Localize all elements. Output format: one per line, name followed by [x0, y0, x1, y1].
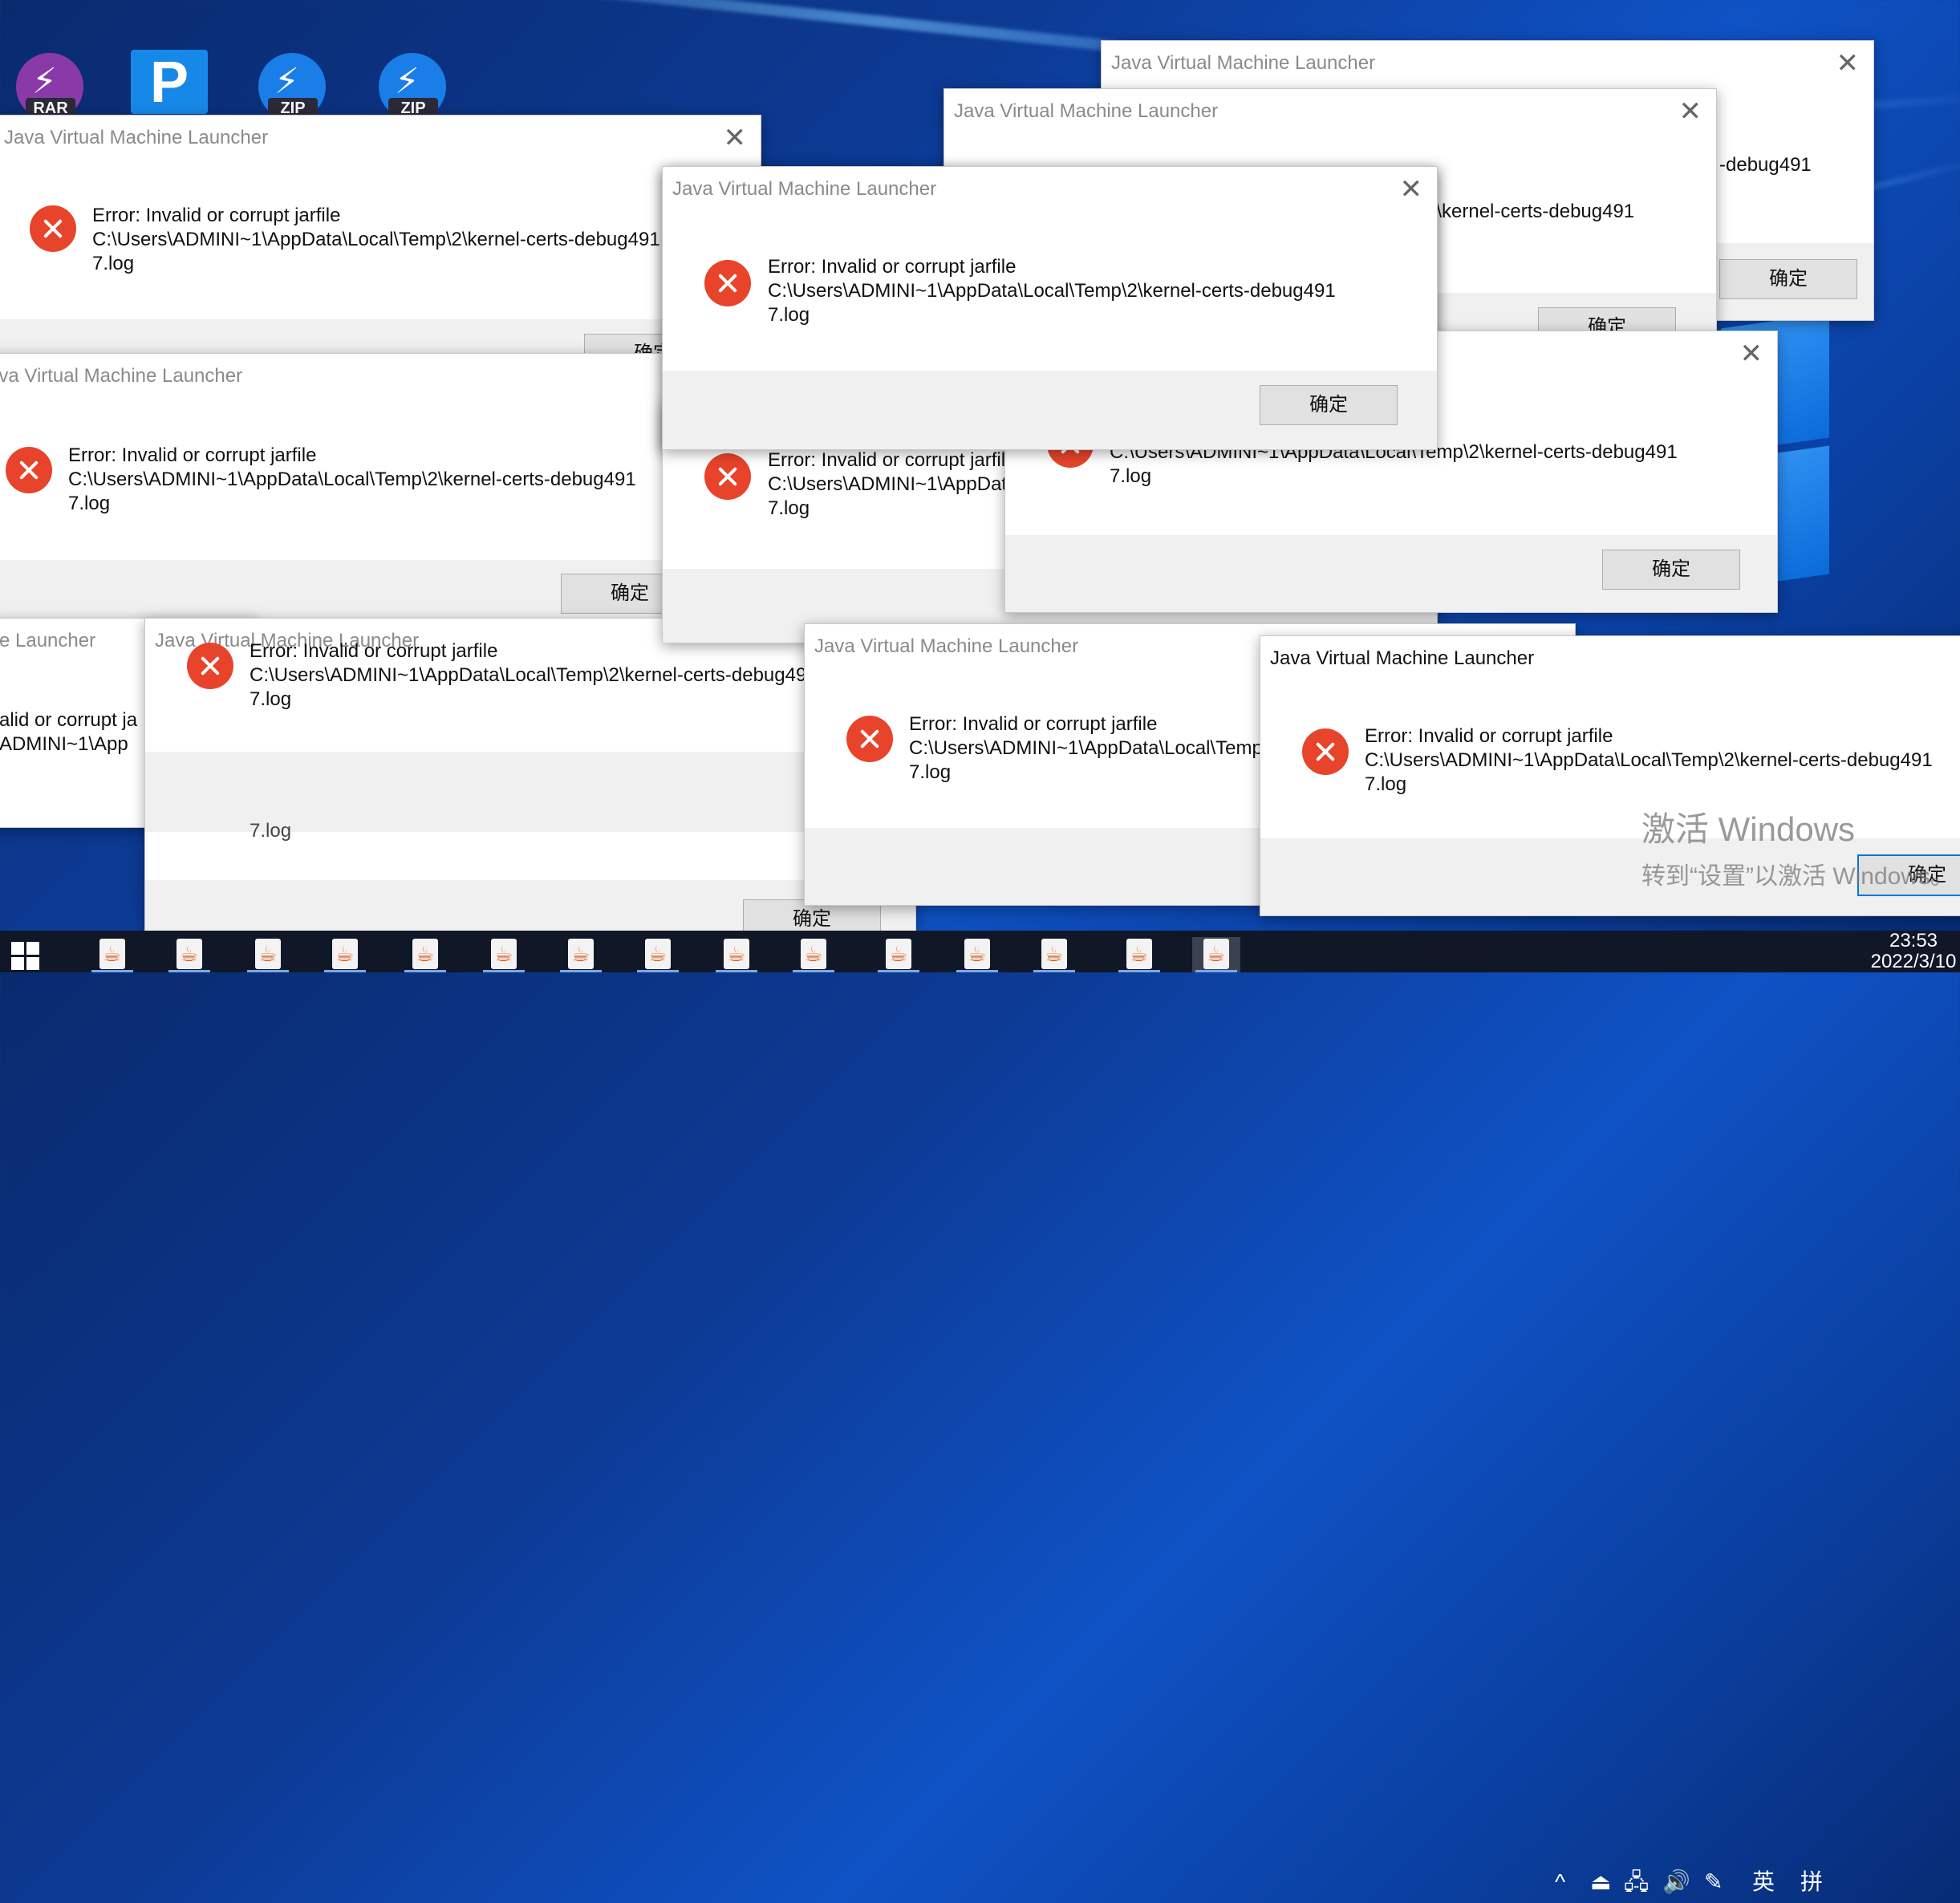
- pen-icon[interactable]: ✎: [1704, 1861, 1723, 1903]
- error-icon: [846, 716, 893, 762]
- error-message: Error: Invalid or corrupt jarfile C:\Use…: [92, 205, 660, 274]
- activate-windows-watermark: 激活 Windows 转到“设置”以激活 Windows。: [1641, 810, 1955, 890]
- java-icon: ☕: [1041, 939, 1067, 969]
- ok-button[interactable]: 确定: [1602, 550, 1740, 590]
- taskbar-app-java[interactable]: ☕: [634, 937, 682, 972]
- network-icon[interactable]: 🖧: [1624, 1861, 1649, 1903]
- taskbar-app-java[interactable]: ☕: [165, 937, 213, 972]
- taskbar-app-java[interactable]: ☕: [1192, 937, 1240, 972]
- taskbar-app-java[interactable]: ☕: [789, 937, 838, 972]
- java-icon: ☕: [255, 939, 281, 969]
- taskbar-app-java[interactable]: ☕: [321, 937, 369, 972]
- usb-icon[interactable]: ⏏: [1590, 1861, 1611, 1903]
- java-icon: ☕: [801, 939, 826, 969]
- taskbar-app-java[interactable]: ☕: [88, 937, 136, 972]
- taskbar-app-java[interactable]: ☕: [557, 937, 605, 972]
- java-icon: ☕: [568, 939, 594, 969]
- error-icon: [6, 447, 52, 493]
- error-message: Error: Invalid or corrupt jarfile C:\Use…: [250, 640, 818, 710]
- java-icon: ☕: [491, 939, 517, 969]
- error-message: 2\kernel-certs-debug491: [1426, 201, 1635, 222]
- error-dialog[interactable]: Java Virtual Machine Launcher ✕ Error: I…: [662, 166, 1438, 450]
- close-icon[interactable]: ✕: [1740, 338, 1763, 370]
- volume-icon[interactable]: 🔊: [1662, 1861, 1690, 1903]
- error-message: -debug491: [1719, 154, 1812, 176]
- dialog-title: Java Virtual Machine Launcher: [0, 365, 243, 387]
- dialog-title: Java Virtual Machine Launcher: [954, 100, 1219, 122]
- ok-button[interactable]: 确定: [1260, 385, 1398, 425]
- taskbar-app-java[interactable]: ☕: [712, 937, 761, 972]
- ime-language-indicator[interactable]: 英: [1752, 1861, 1775, 1903]
- taskbar-app-java[interactable]: ☕: [1030, 937, 1078, 972]
- rar-archive-icon[interactable]: ⚡ RAR: [11, 50, 87, 122]
- error-message: alid or corrupt ja ADMINI~1\App: [0, 709, 138, 755]
- taskbar-app-java[interactable]: ☕: [480, 937, 528, 972]
- java-icon: ☕: [99, 939, 125, 969]
- dialog-title: Java Virtual Machine Launcher: [672, 178, 937, 200]
- taskbar-app-java[interactable]: ☕: [1115, 937, 1163, 972]
- start-button[interactable]: [11, 942, 40, 971]
- java-icon: ☕: [886, 939, 911, 969]
- java-icon: ☕: [177, 939, 202, 969]
- dialog-title: Java Virtual Machine Launcher: [1111, 52, 1376, 74]
- close-icon[interactable]: ✕: [1836, 47, 1860, 79]
- java-icon: ☕: [724, 939, 749, 969]
- close-icon[interactable]: ✕: [724, 122, 747, 154]
- clock[interactable]: 23:53 2022/3/10: [1869, 931, 1958, 972]
- error-icon: [704, 453, 751, 500]
- java-icon: ☕: [964, 939, 990, 969]
- zip-archive-icon[interactable]: ⚡ ZIP: [374, 50, 450, 122]
- error-message: Error: Invalid or corrupt jarfile C:\Use…: [68, 444, 636, 514]
- close-icon[interactable]: ✕: [1679, 95, 1702, 128]
- java-icon: ☕: [412, 939, 438, 969]
- dialog-title: Java Virtual Machine Launcher: [1270, 647, 1535, 669]
- zip-archive-icon[interactable]: ⚡ ZIP: [254, 50, 330, 122]
- close-icon[interactable]: ✕: [1400, 173, 1423, 205]
- taskbar-app-java[interactable]: ☕: [244, 937, 292, 972]
- error-message: Error: Invalid or corrupt jarfile C:\Use…: [1365, 725, 1933, 795]
- error-icon: [704, 260, 751, 306]
- taskbar: ☕ ☕ ☕ ☕ ☕ ☕ ☕ ☕ ☕ ☕ ☕ ☕ ☕ ☕ ☕ ^ ⏏ 🖧 🔊 ✎ 英 拼 23:53 2022…: [0, 931, 1960, 1894]
- error-dialog[interactable]: Java Virtual Machine Launcher ✕ Error: I…: [144, 618, 916, 932]
- error-icon: [30, 205, 76, 252]
- java-icon: ☕: [645, 939, 671, 969]
- ime-mode-indicator[interactable]: 拼: [1800, 1861, 1823, 1903]
- taskbar-app-java[interactable]: ☕: [953, 937, 1001, 972]
- error-dialog[interactable]: Java Virtual Machine Launcher ✕ Error: I…: [0, 353, 736, 639]
- taskbar-app-java[interactable]: ☕: [401, 937, 449, 972]
- error-message: Error: Invalid or corrupt jarfile C:\Use…: [768, 256, 1336, 326]
- java-icon: ☕: [332, 939, 358, 969]
- dialog-title: Java Virtual Machine Launcher: [4, 127, 269, 148]
- dialog-title: Java Virtual Machine Launcher: [814, 635, 1079, 657]
- taskbar-app-java[interactable]: ☕: [874, 937, 923, 972]
- tray-overflow-button[interactable]: ^: [1555, 1861, 1565, 1903]
- java-icon: ☕: [1126, 939, 1152, 969]
- dialog-title: e Launcher: [0, 630, 96, 651]
- p-app-icon[interactable]: P: [131, 50, 208, 115]
- ok-button[interactable]: 确定: [1719, 259, 1857, 299]
- error-icon: [1302, 728, 1349, 775]
- java-icon: ☕: [1203, 939, 1229, 969]
- error-icon: [187, 643, 233, 689]
